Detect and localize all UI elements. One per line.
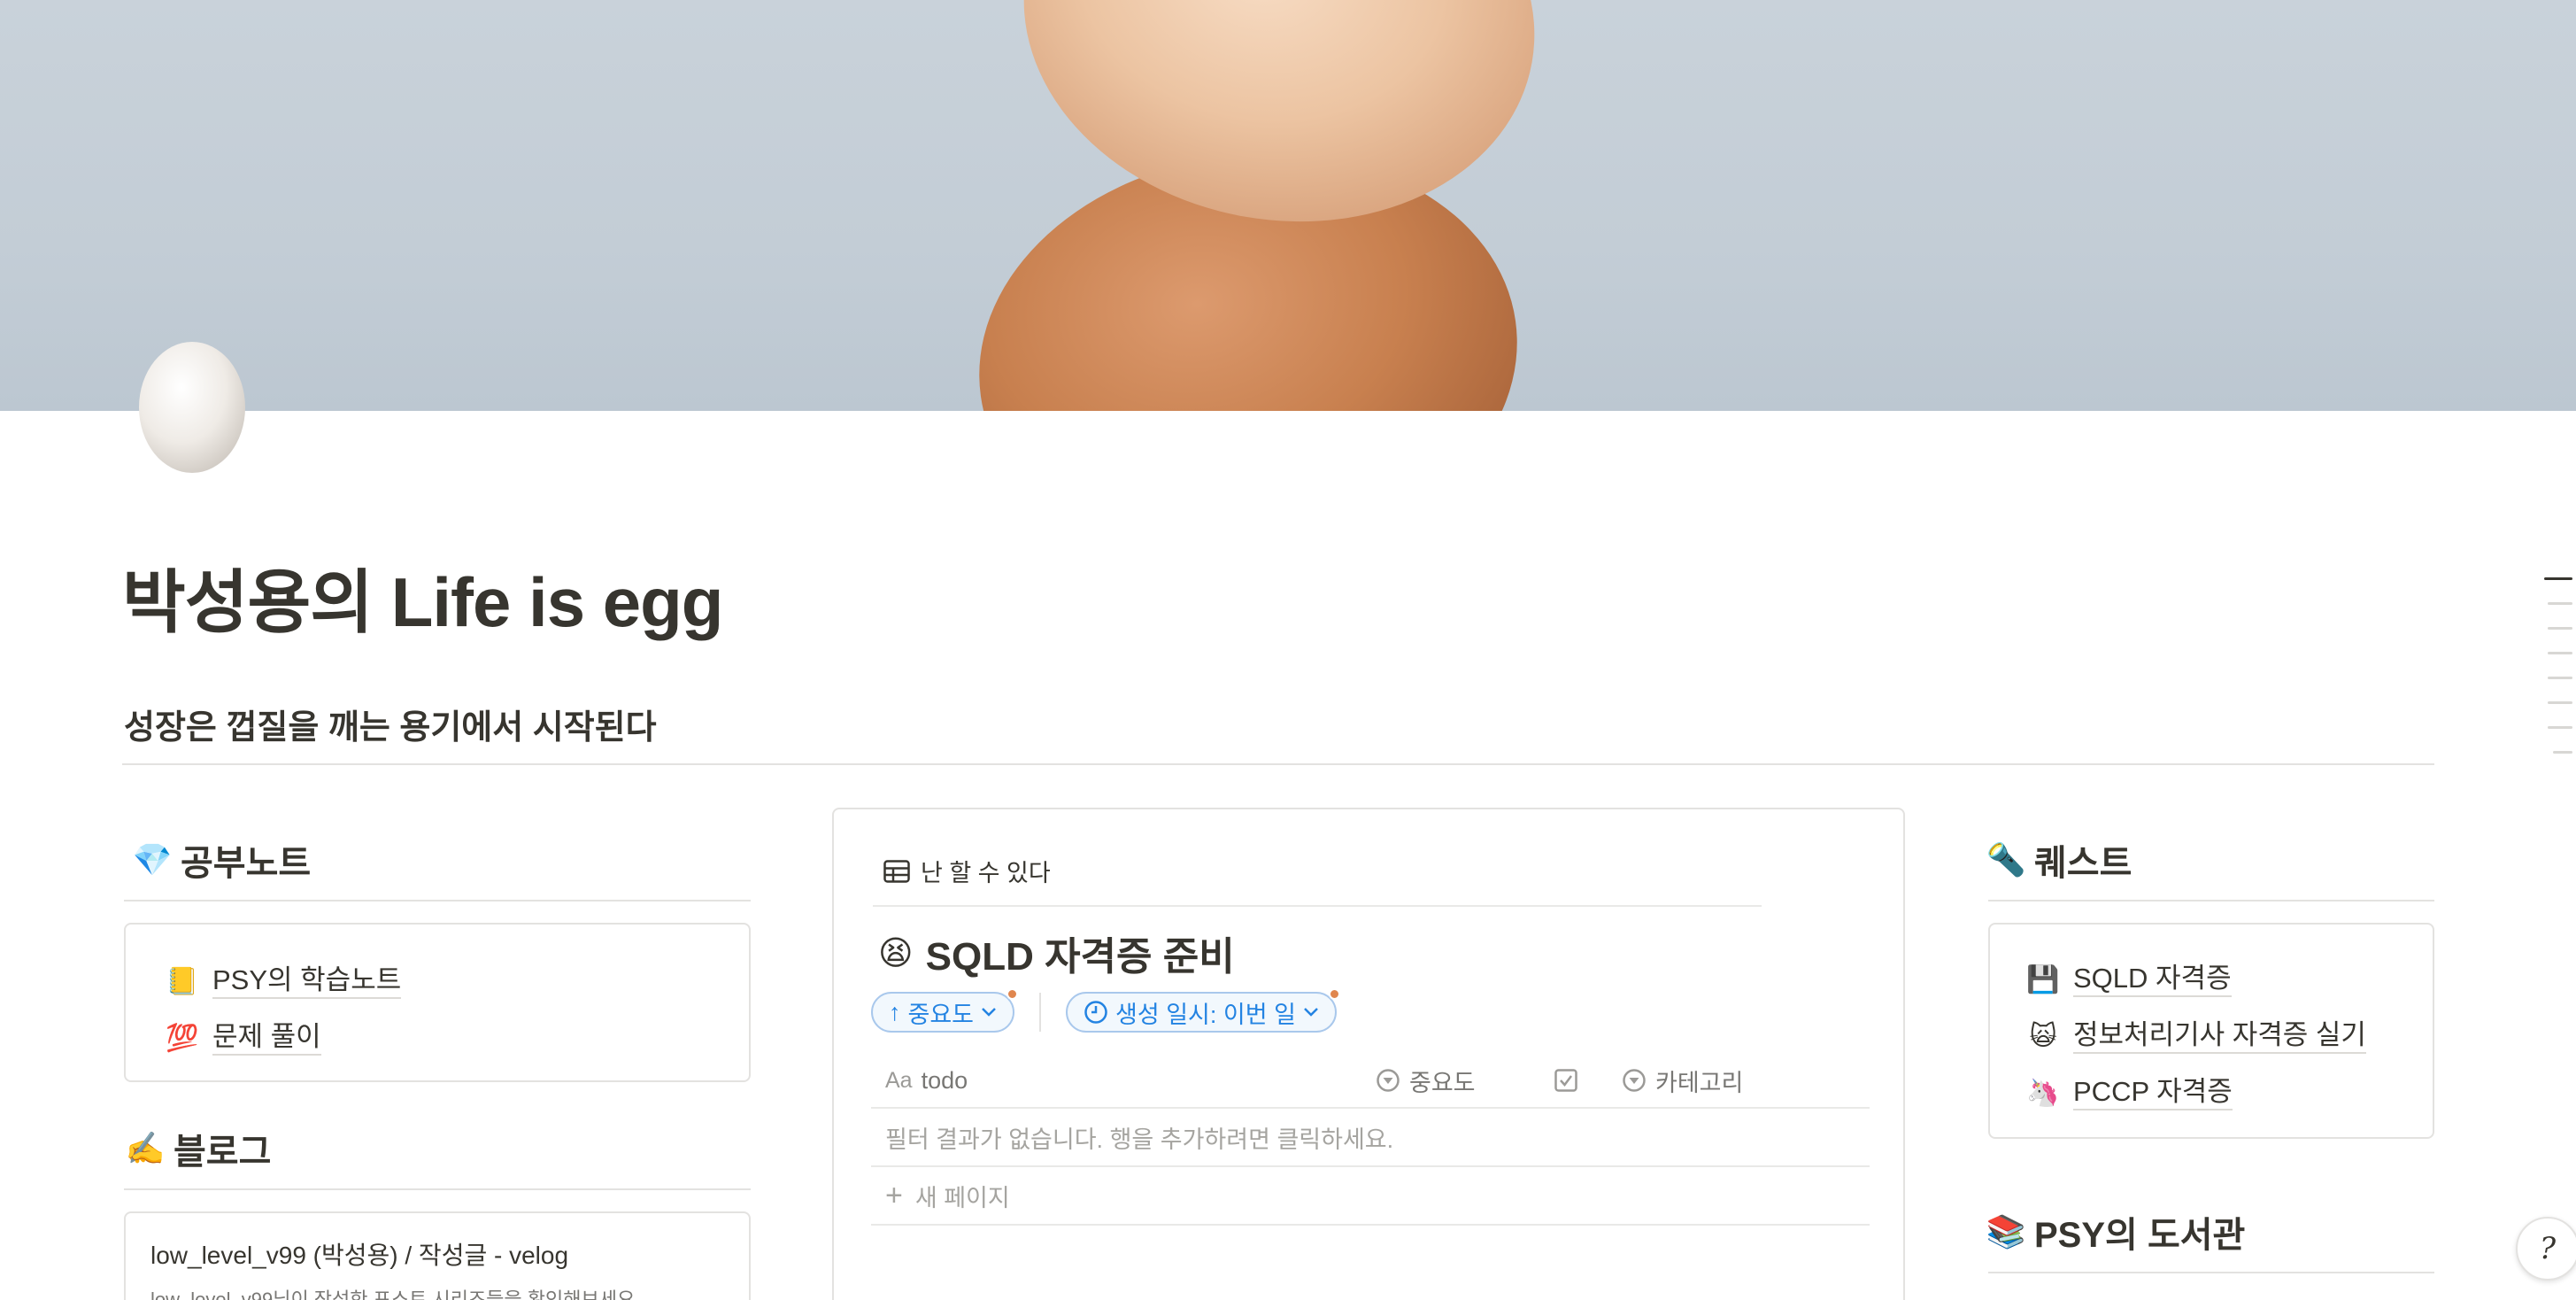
cover-image[interactable] [0,0,2576,411]
heading-text: PSY의 도서관 [2034,1216,2246,1255]
unicorn-icon: 🦄 [2026,1078,2060,1108]
new-page-label: 새 페이지 [914,1184,1010,1211]
tired-face-icon: 😫 [878,934,914,972]
page-link-study-notes[interactable]: 📒 PSY의 학습노트 [165,953,710,1010]
divider [1988,1272,2434,1273]
books-icon: 📚 [1986,1213,2026,1250]
database-view-tab[interactable]: 난 할 수 있다 [883,854,1051,888]
eggs-illustration [979,0,1535,411]
database-table: Aa todo 중요도 카테고리 필터 결과가 없습니다. 행을 추가하려면 클… [871,1052,1870,1226]
database-title-text: SQLD 자격증 준비 [925,935,1235,979]
select-property-icon [1623,1069,1646,1092]
bookmark-description: low_level_v99님이 작성한 포스트 시리즈들을 확인해보세요. [150,1288,641,1300]
clock-icon [1084,1001,1107,1024]
toc-line[interactable] [2548,627,2572,630]
page-link-info-processing[interactable]: 🙀 정보처리기사 자격증 실기 [2025,1008,2397,1064]
divider [124,900,751,901]
divider [1988,900,2434,901]
help-button[interactable]: ? [2516,1217,2576,1281]
active-indicator-dot [1328,988,1340,1000]
link-label: 문제 풀이 [212,1020,321,1056]
bookmark-velog[interactable]: low_level_v99 (박성용) / 작성글 - velog low_le… [124,1211,751,1300]
gem-icon: 💎 [132,841,173,878]
flashlight-icon: 🔦 [1986,841,2026,878]
page-link-problems[interactable]: 💯 문제 풀이 [165,1010,710,1066]
new-page-button[interactable]: + 새 페이지 [871,1167,1870,1226]
column-header-category[interactable]: 카테고리 [1622,1052,1743,1109]
toc-line[interactable] [2548,652,2572,654]
quest-links-box: 💾 SQLD 자격증 🙀 정보처리기사 자격증 실기 🦄 PCCP 자격증 [1988,923,2434,1139]
arrow-up-icon: ↑ [889,998,901,1025]
page-link-pccp[interactable]: 🦄 PCCP 자격증 [2025,1064,2397,1121]
link-label: PSY의 학습노트 [212,963,402,999]
active-indicator-dot [1006,988,1019,1000]
column-label: 중요도 [1409,1069,1476,1096]
toc-line[interactable] [2548,701,2572,704]
column-label: todo [921,1066,968,1094]
blog-heading[interactable]: ✍️ 블로그 [125,1123,272,1174]
study-links-box: 📒 PSY의 학습노트 💯 문제 풀이 [124,923,751,1082]
column-label: 카테고리 [1655,1069,1744,1096]
page-title[interactable]: 박성용의 Life is egg [122,547,723,646]
select-property-icon [1377,1069,1400,1092]
quest-heading[interactable]: 🔦 퀘스트 [1986,834,2133,886]
chevron-down-icon [982,1008,996,1017]
notebook-icon: 📒 [166,966,199,996]
toc-line[interactable] [2553,751,2572,754]
heading-text: 공부노트 [181,844,312,883]
divider [124,1188,751,1190]
link-label: PCCP 자격증 [2073,1075,2233,1110]
empty-filter-row[interactable]: 필터 결과가 없습니다. 행을 추가하려면 클릭하세요. [871,1109,1870,1167]
linked-database: 난 할 수 있다 😫 SQLD 자격증 준비 ↑ 중요도 생성 일시: 이번 일 [832,808,1905,1300]
filter-bar: ↑ 중요도 생성 일시: 이번 일 [871,988,1340,1033]
link-label: SQLD 자격증 [2073,962,2232,997]
title-property-icon: Aa [885,1067,913,1093]
library-heading[interactable]: 📚 PSY의 도서관 [1986,1206,2246,1257]
page-link-sqld[interactable]: 💾 SQLD 자격증 [2025,951,2397,1008]
table-view-icon [883,859,910,883]
divider [873,905,1762,907]
filter-chip-created[interactable]: 생성 일시: 이번 일 [1066,988,1340,1033]
help-icon: ? [2539,1231,2557,1266]
heading-text: 퀘스트 [2034,844,2133,883]
toc-line[interactable] [2548,602,2572,605]
chip-label: 중요도 [907,1001,975,1028]
chip-label: 생성 일시: 이번 일 [1115,1001,1296,1028]
floppy-disk-icon: 💾 [2026,964,2060,994]
toc-line[interactable] [2548,726,2572,729]
heading-text: 블로그 [174,1133,272,1172]
weary-cat-icon: 🙀 [2029,1021,2057,1051]
database-title[interactable]: 😫 SQLD 자격증 준비 [878,925,1235,981]
column-header-todo[interactable]: Aa todo [885,1052,968,1109]
toc-line[interactable] [2548,677,2572,679]
checkbox-property-icon [1554,1069,1577,1092]
study-heading[interactable]: 💎 공부노트 [132,834,312,886]
table-of-contents-rail[interactable] [2542,577,2572,776]
hundred-icon: 💯 [166,1023,199,1053]
page-quote[interactable]: 성장은 껍질을 깨는 용기에서 시작된다 [124,700,657,748]
divider [122,763,2434,765]
sort-chip-priority[interactable]: ↑ 중요도 [871,988,1019,1033]
link-label: 정보처리기사 자격증 실기 [2073,1018,2366,1054]
divider [1039,993,1042,1032]
table-header: Aa todo 중요도 카테고리 [871,1052,1870,1109]
column-header-priority[interactable]: 중요도 [1376,1052,1476,1109]
page-icon-egg[interactable] [135,335,250,475]
empty-message: 필터 결과가 없습니다. 행을 추가하려면 클릭하세요. [885,1126,1394,1153]
column-header-checkbox[interactable] [1554,1052,1577,1109]
writing-hand-icon: ✍️ [125,1130,166,1166]
view-label: 난 할 수 있다 [921,860,1051,886]
bookmark-title: low_level_v99 (박성용) / 작성글 - velog [150,1242,569,1269]
plus-icon: + [885,1178,903,1212]
chevron-down-icon [1304,1008,1318,1017]
toc-line[interactable] [2544,577,2572,580]
